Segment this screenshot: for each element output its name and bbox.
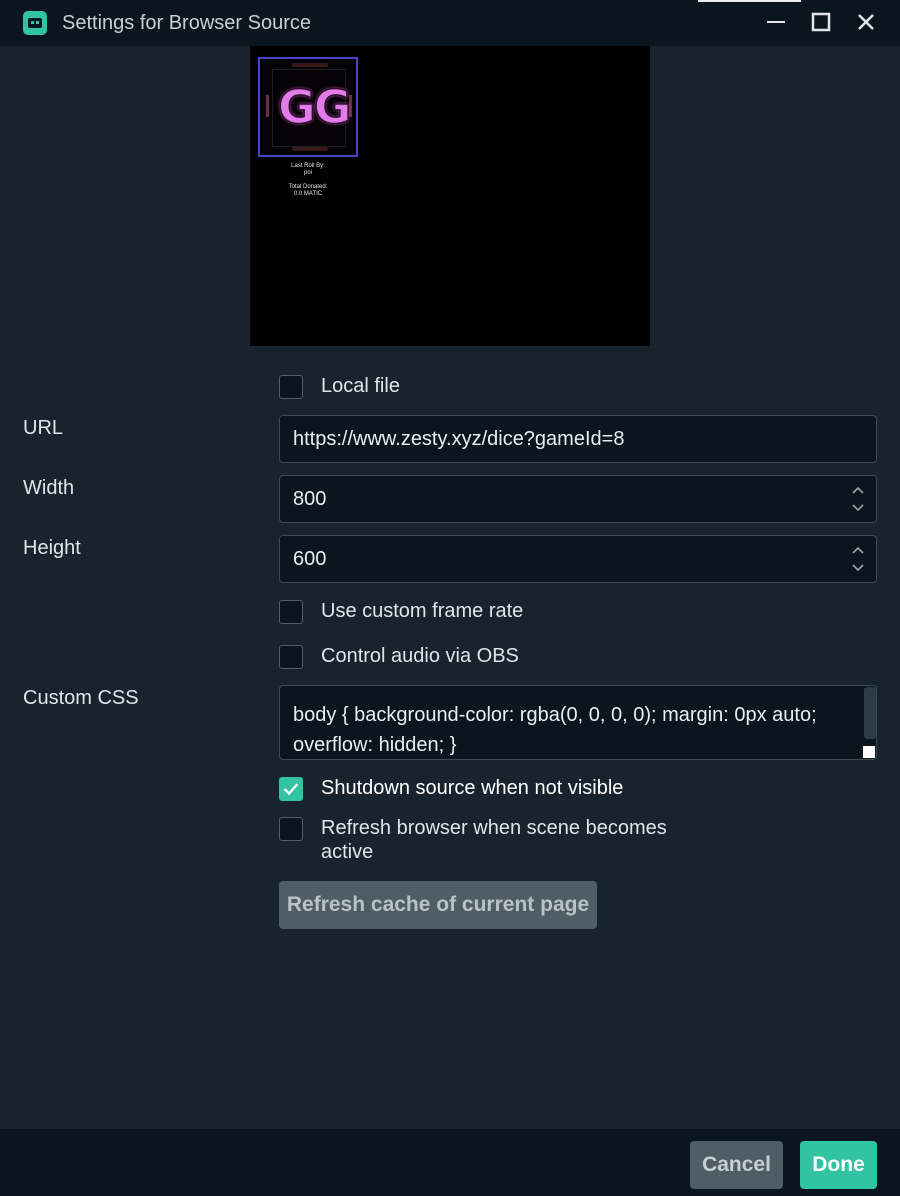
local-file-label: Local file [321, 375, 400, 397]
title-bar: Settings for Browser Source [0, 0, 900, 46]
widget-bottom-bar [292, 147, 328, 151]
maximize-icon[interactable] [809, 10, 833, 34]
refresh-browser-label-line2: active [321, 841, 374, 863]
cancel-button[interactable]: Cancel [690, 1141, 783, 1189]
custom-css-textarea[interactable]: body { background-color: rgba(0, 0, 0, 0… [279, 685, 877, 760]
width-input[interactable]: 800 [279, 475, 877, 523]
width-label: Width [23, 477, 75, 499]
refresh-browser-checkbox[interactable] [279, 817, 303, 841]
minimize-icon[interactable] [764, 10, 788, 34]
url-label: URL [23, 417, 64, 439]
custom-css-label: Custom CSS [23, 687, 139, 709]
local-file-checkbox[interactable] [279, 375, 303, 399]
widget-top-bar [292, 63, 328, 67]
shutdown-source-label: Shutdown source when not visible [321, 777, 624, 799]
source-preview-area: GG Last Roll By: poi Total Donated: 0.0 … [0, 46, 900, 346]
window-title: Settings for Browser Source [62, 12, 311, 34]
dice-widget: GG [258, 57, 358, 157]
title-bar-highlight [698, 0, 801, 2]
refresh-cache-button[interactable]: Refresh cache of current page [279, 881, 597, 929]
control-audio-checkbox[interactable] [279, 645, 303, 669]
url-input[interactable]: https://www.zesty.xyz/dice?gameId=8 [279, 415, 877, 463]
custom-frame-rate-label: Use custom frame rate [321, 600, 524, 622]
streamlabs-logo-icon [23, 11, 47, 35]
total-donated-label: Total Donated: [288, 184, 328, 190]
widget-left-accent [266, 95, 269, 117]
close-icon[interactable] [854, 10, 878, 34]
last-roll-label: Last Roll By: [291, 163, 325, 169]
last-roll-value: poi [303, 170, 312, 176]
preview-canvas: GG Last Roll By: poi Total Donated: 0.0 … [250, 46, 650, 346]
control-audio-label: Control audio via OBS [321, 645, 519, 667]
done-button[interactable]: Done [800, 1141, 877, 1189]
refresh-browser-label-line1: Refresh browser when scene becomes [321, 817, 667, 839]
custom-frame-rate-checkbox[interactable] [279, 600, 303, 624]
custom-css-scrollbar[interactable] [864, 687, 876, 739]
width-stepper-icon[interactable] [850, 484, 866, 514]
widget-gg-text: GG [277, 79, 352, 135]
checkmark-icon [283, 783, 299, 796]
height-input[interactable]: 600 [279, 535, 877, 583]
shutdown-source-checkbox[interactable] [279, 777, 303, 801]
height-stepper-icon[interactable] [850, 544, 866, 574]
total-donated-value: 0.0 MATIC [293, 191, 323, 197]
resize-grip-icon[interactable] [863, 746, 875, 758]
height-label: Height [23, 537, 81, 559]
